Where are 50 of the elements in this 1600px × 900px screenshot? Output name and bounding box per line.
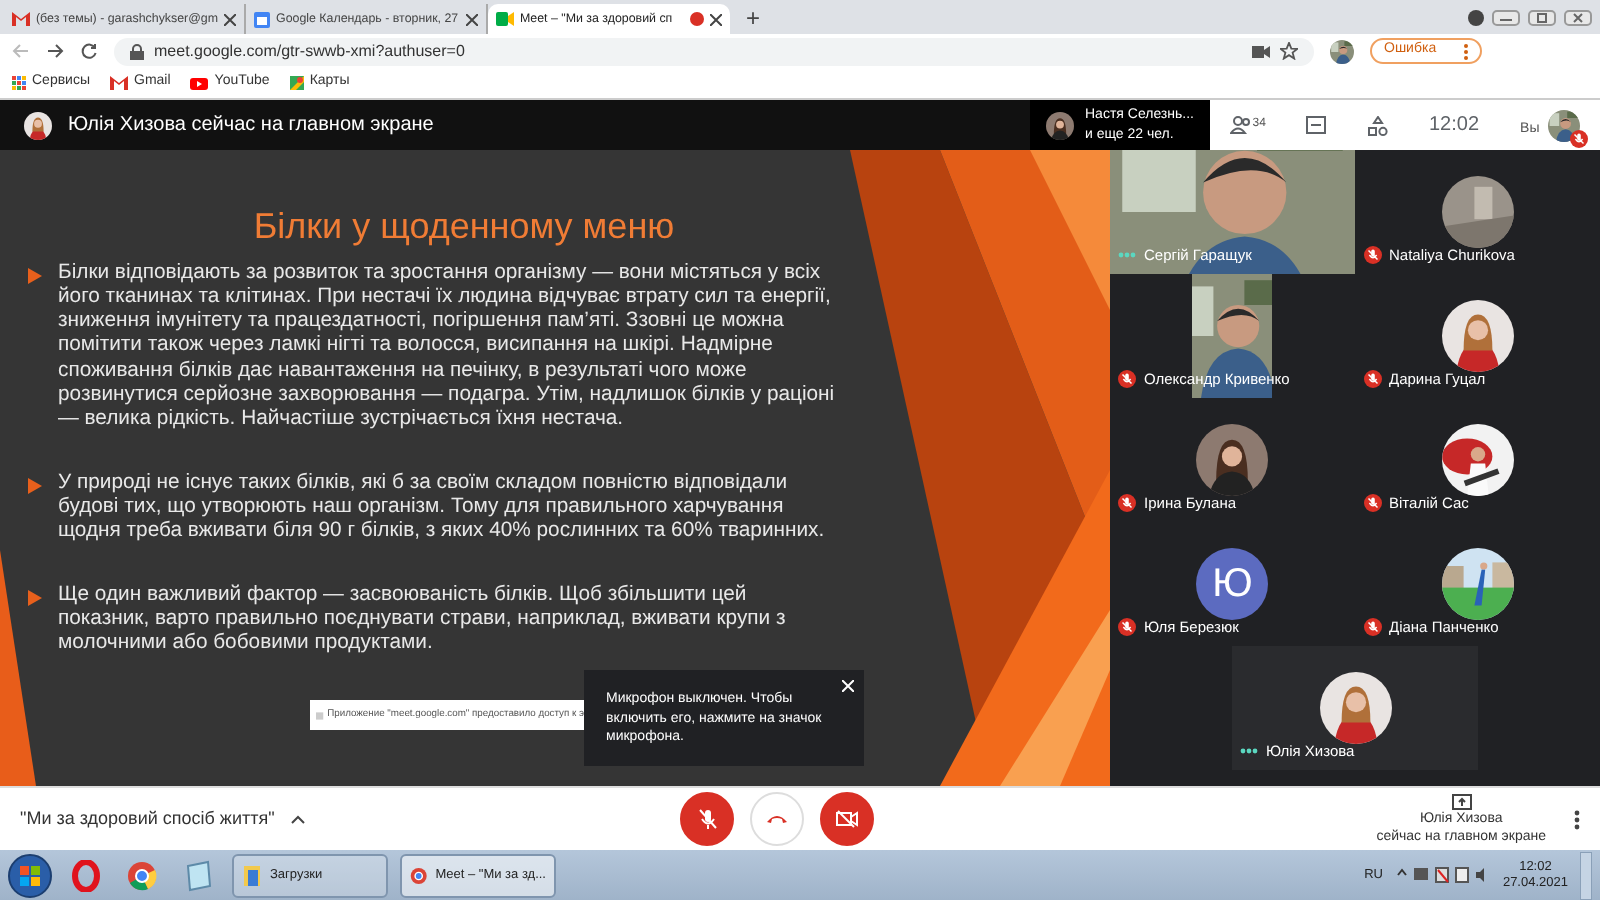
caret-icon[interactable] — [290, 814, 307, 824]
play-icon — [190, 77, 209, 89]
map-icon — [289, 76, 304, 90]
restore-icon[interactable] — [1528, 10, 1556, 26]
close-icon[interactable] — [224, 13, 236, 25]
address-field[interactable]: meet.google.com/gtr-swwb-xmi?authuser=0 — [114, 37, 1314, 65]
letter-avatar: Ю — [1196, 548, 1269, 620]
folder-icon — [242, 863, 262, 887]
phone-icon — [766, 814, 788, 824]
slide-title: Білки у щоденному меню — [251, 206, 677, 250]
bullet-icon — [28, 267, 42, 284]
bullet-icon — [28, 589, 42, 606]
camera-icon — [496, 12, 514, 26]
recording-icon — [690, 12, 704, 26]
chrome-icon — [410, 863, 428, 887]
mail-icon — [110, 76, 129, 90]
camera-off-icon — [836, 810, 858, 828]
minimize-icon[interactable] — [1492, 10, 1520, 26]
star-icon[interactable] — [1280, 42, 1298, 60]
apps-icon — [12, 76, 26, 90]
close-icon[interactable] — [466, 13, 478, 25]
mail-icon — [12, 12, 30, 26]
presenter-banner-text: Юлія Хизова сейчас на главном экране — [68, 112, 434, 140]
camera-button[interactable] — [820, 792, 874, 846]
close-icon[interactable] — [710, 13, 722, 25]
mic-off-icon — [697, 808, 717, 830]
slide-paragraph: Білки відповідають за розвиток та зростання організму — вони містяться у всіх його тканинах та клітинах. При нестачі їх людина відчуває втрату сил та енергії, зниження імунітету та працездатності, погіршення пам’яті. Ззовні це можна помітити також через ламкі нігті та волосся, висипання на шкірі. Надмірне споживання білків дає навантаження на печінку, в результаті чого може розвинутися серйозне захворювання — подагра. Утім, надлишок білків у раціоні — велика рідкість. Найчастіше зустрічається їхня нестача. — [58, 261, 837, 434]
lock-icon[interactable] — [130, 43, 144, 59]
more-icon[interactable] — [1574, 809, 1580, 829]
slide-paragraph: У природі не існує таких білків, які б за своїм складом повністю відповідали будові тих, що утворюють наш організм. Тому для правильного харчування щодня треба вживати біля 90 г білків, з яких 40% рослинних та 60% тваринних. — [58, 471, 827, 546]
close-icon[interactable] — [1564, 10, 1592, 26]
start-button[interactable] — [8, 853, 52, 897]
forward-icon[interactable] — [46, 42, 64, 60]
present-screen-icon[interactable] — [1451, 793, 1472, 809]
activities-icon[interactable] — [1367, 115, 1388, 135]
calendar-icon — [254, 11, 270, 27]
microphone-button[interactable] — [680, 792, 734, 846]
people-icon[interactable] — [1230, 116, 1253, 134]
address-text: meet.google.com/gtr-swwb-xmi?authuser=0 — [154, 39, 467, 63]
more-icon — [1464, 43, 1469, 59]
bullet-icon — [28, 477, 42, 494]
reload-icon[interactable] — [80, 42, 98, 60]
chat-icon[interactable] — [1306, 115, 1327, 135]
new-tab-button[interactable]: + — [730, 4, 777, 34]
meeting-title: "Ми за здоровий спосіб життя" — [20, 805, 275, 832]
camera-icon[interactable] — [1252, 45, 1270, 57]
slide-paragraph: Ще один важливий фактор — засвоюваність білків. Щоб збільшити цей показник, варто правильно поєднувати страви, наприклад, вживати крупи з молочними або бобовими продуктами. — [58, 583, 788, 657]
extension-icon[interactable] — [1468, 10, 1484, 26]
clock-text: 12:02 — [1428, 112, 1480, 140]
close-button[interactable] — [842, 680, 854, 692]
